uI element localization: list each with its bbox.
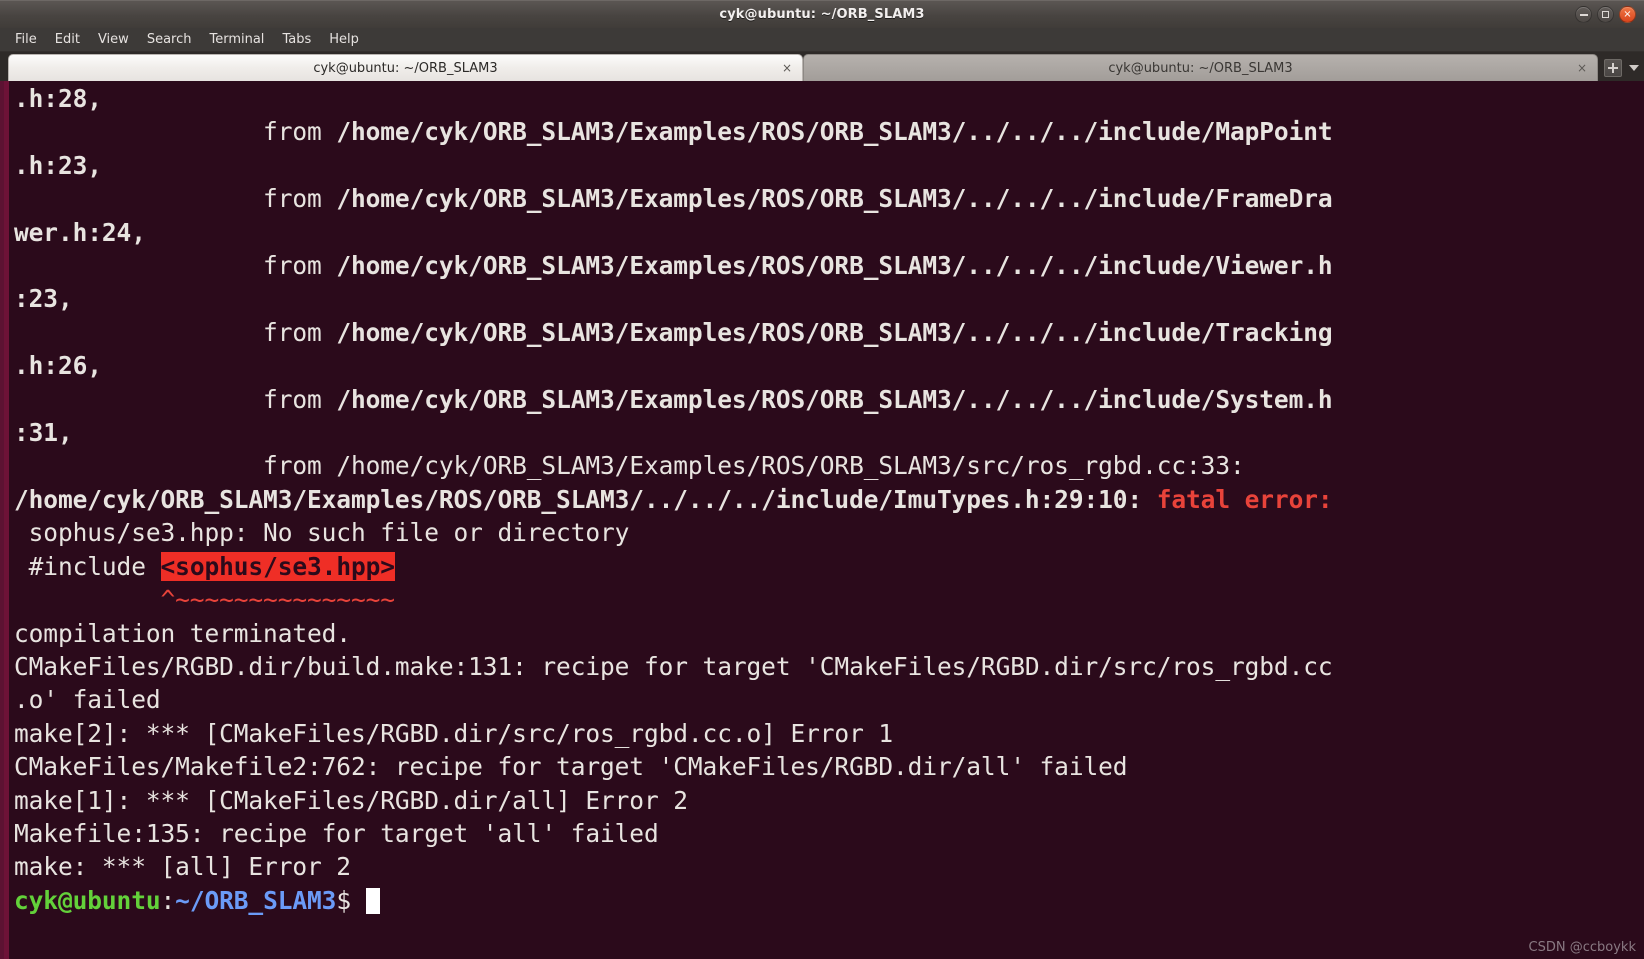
from-keyword: from <box>14 384 337 414</box>
output-line: make[2]: *** [CMakeFiles/RGBD.dir/src/ro… <box>14 718 894 748</box>
from-keyword: from <box>14 184 337 214</box>
output-line: :23, <box>14 284 73 314</box>
prompt-colon: : <box>160 885 176 915</box>
terminal-window: cyk@ubuntu: ~/ORB_SLAM3 × File Edit View… <box>0 0 1644 959</box>
title-bar: cyk@ubuntu: ~/ORB_SLAM3 × <box>0 0 1644 28</box>
output-line: compilation terminated. <box>14 618 351 648</box>
fatal-error-line: /home/cyk/ORB_SLAM3/Examples/ROS/ORB_SLA… <box>14 483 1644 516</box>
include-path: /home/cyk/ORB_SLAM3/Examples/ROS/ORB_SLA… <box>336 251 1333 281</box>
error-label: fatal error: <box>1156 484 1333 514</box>
menu-item-edit[interactable]: Edit <box>46 30 89 50</box>
output-line: CMakeFiles/Makefile2:762: recipe for tar… <box>14 752 1128 782</box>
include-path: /home/cyk/ORB_SLAM3/Examples/ROS/ORB_SLA… <box>336 384 1333 414</box>
output-line: from /home/cyk/ORB_SLAM3/Examples/ROS/OR… <box>14 182 1644 215</box>
menu-item-file[interactable]: File <box>10 30 46 50</box>
new-tab-icon[interactable] <box>1604 58 1622 77</box>
menu-item-view[interactable]: View <box>89 30 138 50</box>
minimize-button[interactable] <box>1575 6 1592 23</box>
include-path: /home/cyk/ORB_SLAM3/Examples/ROS/ORB_SLA… <box>336 117 1333 147</box>
close-button[interactable]: × <box>1619 6 1636 23</box>
menu-item-help[interactable]: Help <box>320 30 368 50</box>
output-line: sophus/se3.hpp: No such file or director… <box>14 518 630 548</box>
tab-terminal-1[interactable]: cyk@ubuntu: ~/ORB_SLAM3 × <box>8 54 803 81</box>
menu-item-search[interactable]: Search <box>138 30 201 50</box>
tab-close-icon[interactable]: × <box>1577 62 1587 74</box>
output-line: :31, <box>14 418 73 448</box>
include-path: /home/cyk/ORB_SLAM3/Examples/ROS/ORB_SLA… <box>336 317 1333 347</box>
terminal-left-stripe <box>4 81 9 959</box>
maximize-icon <box>1602 11 1609 18</box>
include-path: /home/cyk/ORB_SLAM3/Examples/ROS/ORB_SLA… <box>336 451 1245 481</box>
output-line: make: *** [all] Error 2 <box>14 852 351 882</box>
tab-bar: cyk@ubuntu: ~/ORB_SLAM3 × cyk@ubuntu: ~/… <box>0 52 1644 81</box>
output-line: CMakeFiles/RGBD.dir/build.make:131: reci… <box>14 651 1333 681</box>
from-keyword: from <box>14 117 337 147</box>
caret-underline-line: ^~~~~~~~~~~~~~~~ <box>14 585 396 615</box>
tab-terminal-2[interactable]: cyk@ubuntu: ~/ORB_SLAM3 × <box>803 54 1598 81</box>
menu-item-terminal[interactable]: Terminal <box>200 30 273 50</box>
window-title: cyk@ubuntu: ~/ORB_SLAM3 <box>719 7 925 22</box>
include-keyword: #include <box>14 551 161 581</box>
output-line: .h:28, <box>14 84 102 113</box>
prompt-user-host: cyk@ubuntu <box>14 885 161 915</box>
tab-label: cyk@ubuntu: ~/ORB_SLAM3 <box>313 60 498 76</box>
prompt-symbol: $ <box>336 885 366 915</box>
include-path: /home/cyk/ORB_SLAM3/Examples/ROS/ORB_SLA… <box>336 184 1333 214</box>
error-file-path: /home/cyk/ORB_SLAM3/Examples/ROS/ORB_SLA… <box>14 484 1157 514</box>
output-line: from /home/cyk/ORB_SLAM3/Examples/ROS/OR… <box>14 249 1644 282</box>
output-line: make[1]: *** [CMakeFiles/RGBD.dir/all] E… <box>14 785 688 815</box>
output-line: wer.h:24, <box>14 217 146 247</box>
tab-bar-actions <box>1598 54 1644 81</box>
menu-item-tabs[interactable]: Tabs <box>273 30 320 50</box>
watermark: CSDN @ccboykk <box>1528 940 1636 955</box>
output-line: .h:23, <box>14 150 102 180</box>
output-line: Makefile:135: recipe for target 'all' fa… <box>14 818 659 848</box>
output-line: from /home/cyk/ORB_SLAM3/Examples/ROS/OR… <box>14 316 1644 349</box>
highlighted-include: <sophus/se3.hpp> <box>160 551 395 581</box>
tab-close-icon[interactable]: × <box>782 62 792 74</box>
shell-prompt-line[interactable]: cyk@ubuntu:~/ORB_SLAM3$ <box>14 884 1644 917</box>
maximize-button[interactable] <box>1597 6 1614 23</box>
output-line: from /home/cyk/ORB_SLAM3/Examples/ROS/OR… <box>14 383 1644 416</box>
tab-label: cyk@ubuntu: ~/ORB_SLAM3 <box>1108 60 1293 76</box>
window-controls: × <box>1575 1 1636 28</box>
output-line: .h:26, <box>14 351 102 381</box>
text-cursor[interactable] <box>365 887 380 914</box>
from-keyword: from <box>14 317 337 347</box>
prompt-path: ~/ORB_SLAM3 <box>175 885 337 915</box>
output-line: .o' failed <box>14 685 161 715</box>
chevron-down-icon[interactable] <box>1629 64 1639 71</box>
include-directive-line: #include <sophus/se3.hpp> <box>14 550 1644 583</box>
output-line: from /home/cyk/ORB_SLAM3/Examples/ROS/OR… <box>14 115 1644 148</box>
menu-bar: File Edit View Search Terminal Tabs Help <box>0 28 1644 52</box>
minimize-icon <box>1579 13 1588 16</box>
output-line: from /home/cyk/ORB_SLAM3/Examples/ROS/OR… <box>14 449 1644 482</box>
from-keyword: from <box>14 251 337 281</box>
from-keyword: from <box>14 451 337 481</box>
terminal-output[interactable]: .h:28, from /home/cyk/ORB_SLAM3/Examples… <box>0 81 1644 959</box>
